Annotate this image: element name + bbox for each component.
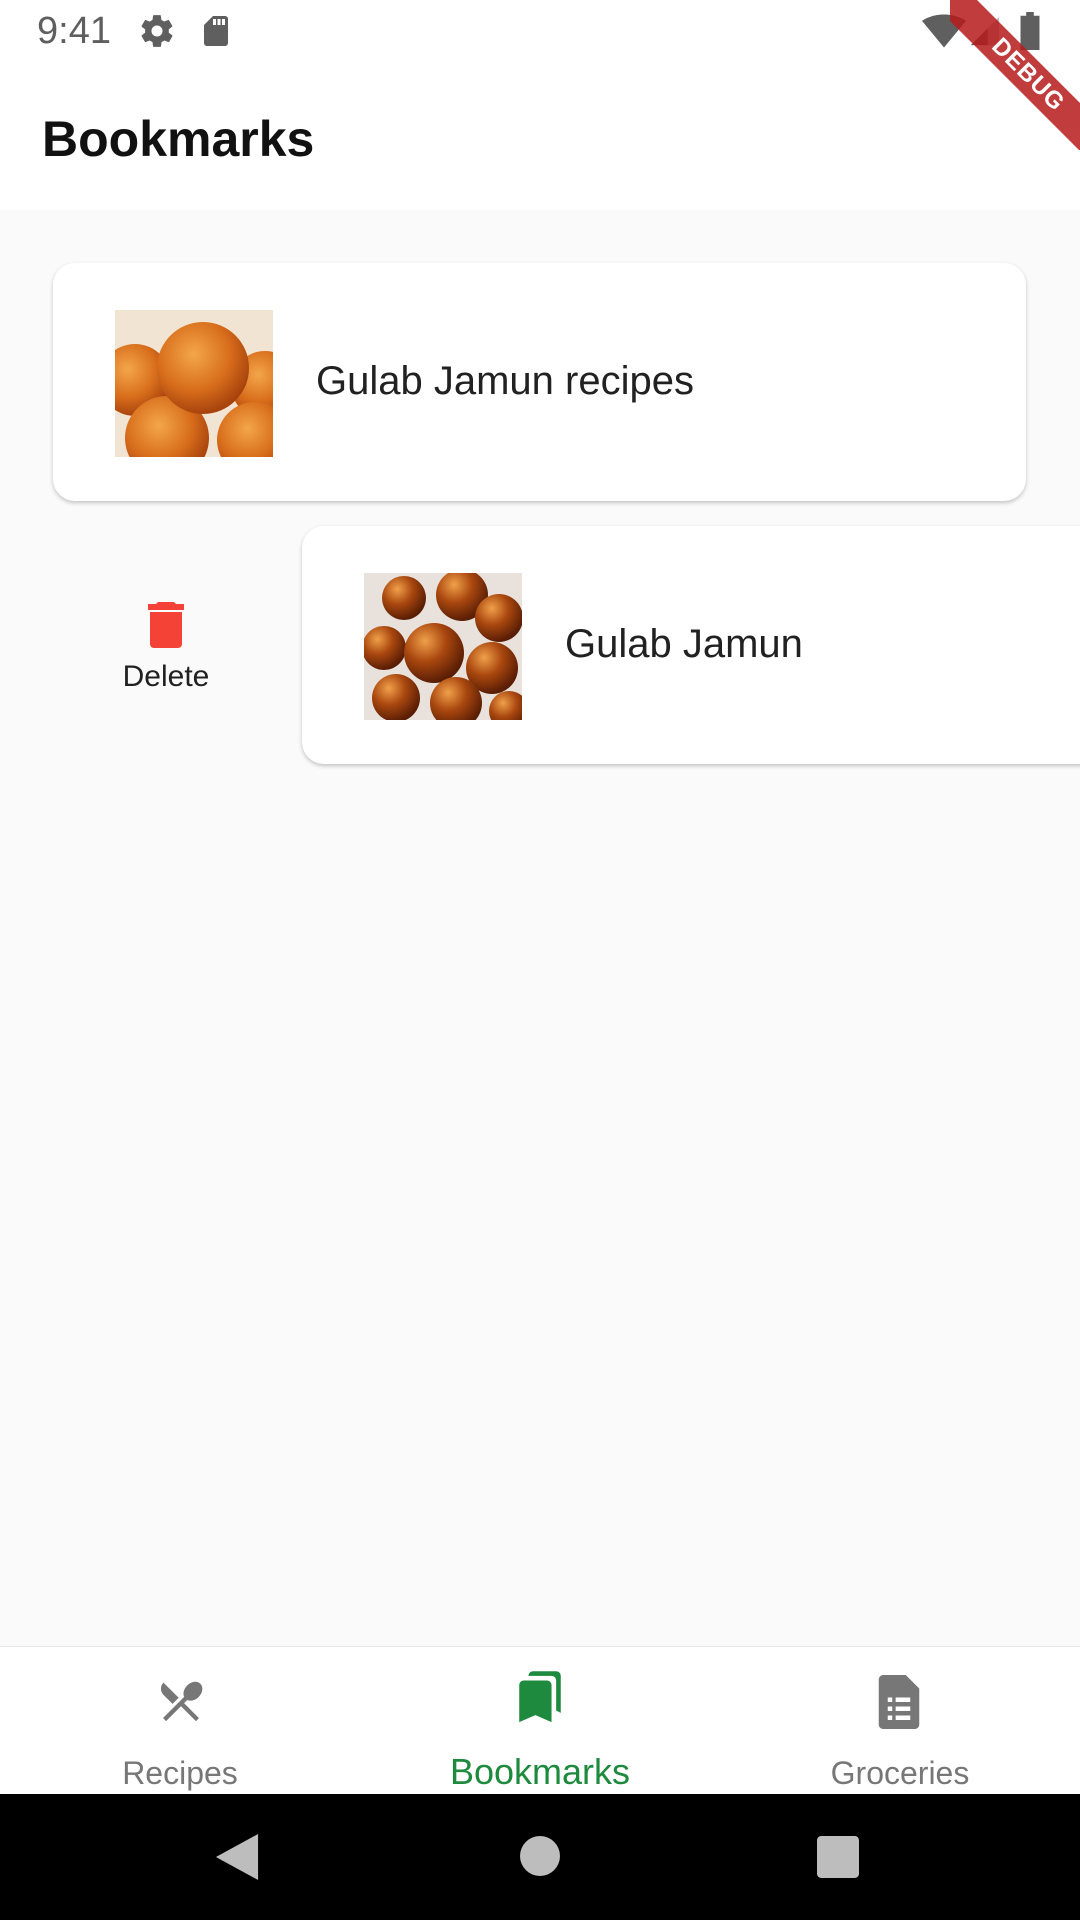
bookmark-title: Gulab Jamun xyxy=(565,622,803,666)
bookmarks-list: Gulab Jamun recipes Delete Gulab Jamun xyxy=(0,210,1080,1646)
system-navigation-bar xyxy=(0,1794,1080,1920)
recents-icon[interactable] xyxy=(817,1836,859,1883)
debug-banner-label: DEBUG xyxy=(950,0,1080,150)
page-title: Bookmarks xyxy=(42,111,315,167)
nav-item-recipes[interactable]: Recipes xyxy=(0,1647,360,1795)
nav-label-recipes: Recipes xyxy=(122,1755,238,1791)
app-bar: Bookmarks xyxy=(0,63,1080,210)
debug-banner: DEBUG xyxy=(950,0,1080,150)
home-icon[interactable] xyxy=(520,1836,560,1881)
trash-icon xyxy=(146,600,186,653)
nav-item-bookmarks[interactable]: Bookmarks xyxy=(360,1647,720,1795)
delete-label: Delete xyxy=(122,660,210,693)
nav-label-bookmarks: Bookmarks xyxy=(449,1751,631,1792)
bookmark-title: Gulab Jamun recipes xyxy=(316,359,694,403)
back-icon[interactable] xyxy=(215,1834,259,1885)
nav-item-groceries[interactable]: Groceries xyxy=(720,1647,1080,1795)
status-time: 9:41 xyxy=(37,10,111,52)
bookmarks-icon xyxy=(512,1669,568,1734)
sd-card-icon xyxy=(198,12,234,55)
nav-label-groceries: Groceries xyxy=(830,1755,970,1791)
fork-knife-icon xyxy=(155,1675,207,1732)
status-bar: 9:41 xyxy=(0,0,1080,63)
bookmark-card[interactable]: Gulab Jamun xyxy=(302,526,1080,764)
bottom-navigation: Recipes Bookmarks Groceries xyxy=(0,1646,1080,1795)
settings-icon xyxy=(138,12,176,55)
delete-button[interactable]: Delete xyxy=(110,600,222,710)
recipe-thumbnail xyxy=(364,573,522,720)
recipe-thumbnail xyxy=(115,310,273,457)
list-document-icon xyxy=(875,1675,923,1734)
bookmark-card[interactable]: Gulab Jamun recipes xyxy=(53,263,1026,501)
